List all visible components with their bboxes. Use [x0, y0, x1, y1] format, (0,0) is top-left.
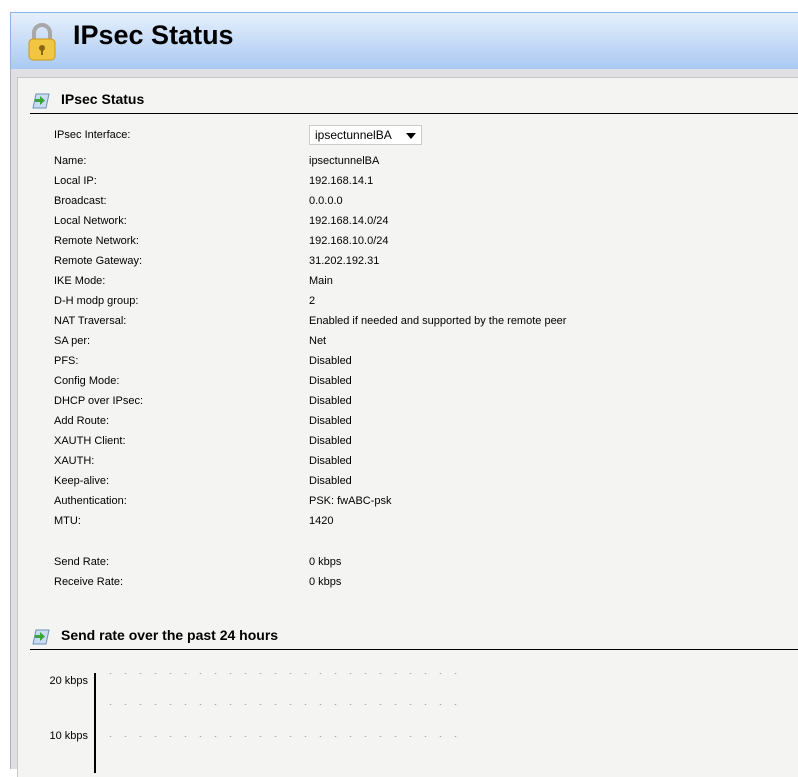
- page-header: IPsec Status: [10, 12, 798, 69]
- row-label: Keep-alive:: [54, 475, 110, 487]
- row-label: Authentication:: [54, 495, 127, 507]
- row-label: Send Rate:: [54, 556, 110, 568]
- section-title: IPsec Status: [61, 91, 145, 107]
- status-row: Remote Gateway: 31.202.192.31: [54, 255, 794, 271]
- row-value: Enabled if needed and supported by the r…: [309, 315, 567, 327]
- row-value: Disabled: [309, 435, 352, 447]
- row-label: Receive Rate:: [54, 576, 124, 588]
- status-row: Authentication: PSK: fwABC-psk: [54, 495, 794, 511]
- status-row: MTU: 1420: [54, 515, 794, 531]
- row-label: XAUTH Client:: [54, 435, 126, 447]
- grid-line: [103, 704, 468, 705]
- row-label: SA per:: [54, 335, 91, 347]
- row-label: PFS:: [54, 355, 79, 367]
- status-row: NAT Traversal: Enabled if needed and supp…: [54, 315, 794, 331]
- row-value: Net: [309, 335, 327, 347]
- status-row: Add Route: Disabled: [54, 415, 794, 431]
- section-arrow-icon: [32, 93, 50, 109]
- lock-icon: [28, 23, 56, 61]
- status-row: PFS: Disabled: [54, 355, 794, 371]
- interface-row: IPsec Interface:: [54, 129, 794, 145]
- status-row: Remote Network: 192.168.10.0/24: [54, 235, 794, 251]
- page-title: IPsec Status: [73, 20, 234, 50]
- y-axis: [94, 673, 96, 773]
- row-value: Disabled: [309, 415, 352, 427]
- row-label: Config Mode:: [54, 375, 120, 387]
- row-label: Remote Network:: [54, 235, 139, 247]
- row-value: Disabled: [309, 475, 352, 487]
- row-value: 192.168.14.0/24: [309, 215, 389, 227]
- row-label: NAT Traversal:: [54, 315, 127, 327]
- y-tick-label: 10 kbps: [49, 730, 88, 742]
- section-arrow-icon: [32, 629, 50, 645]
- status-row: XAUTH Client: Disabled: [54, 435, 794, 451]
- row-value: Disabled: [309, 395, 352, 407]
- interface-label: IPsec Interface:: [54, 129, 131, 141]
- y-tick-label: 20 kbps: [49, 675, 88, 687]
- status-row: XAUTH: Disabled: [54, 455, 794, 471]
- status-row: Config Mode: Disabled: [54, 375, 794, 391]
- status-row: SA per: Net: [54, 335, 794, 351]
- status-row: Broadcast: 0.0.0.0: [54, 195, 794, 211]
- status-row: Name: ipsectunnelBA: [54, 155, 794, 171]
- row-value: 192.168.14.1: [309, 175, 374, 187]
- row-label: IKE Mode:: [54, 275, 106, 287]
- status-row: Local IP: 192.168.14.1: [54, 175, 794, 191]
- row-label: Broadcast:: [54, 195, 107, 207]
- row-label: Name:: [54, 155, 87, 167]
- rate-row: Receive Rate: 0 kbps: [54, 576, 794, 592]
- row-label: Remote Gateway:: [54, 255, 143, 267]
- row-label: Local IP:: [54, 175, 97, 187]
- status-section-heading: IPsec Status: [30, 90, 798, 114]
- row-value: 2: [309, 295, 316, 307]
- row-value: ipsectunnelBA: [309, 155, 380, 167]
- row-value: Disabled: [309, 455, 352, 467]
- chevron-down-icon: [406, 133, 416, 139]
- status-row: D-H modp group: 2: [54, 295, 794, 311]
- row-label: Local Network:: [54, 215, 127, 227]
- row-value: 1420: [309, 515, 334, 527]
- row-value: 31.202.192.31: [309, 255, 380, 267]
- row-value: 0 kbps: [309, 556, 342, 568]
- row-value: Main: [309, 275, 333, 287]
- section-title: Send rate over the past 24 hours: [61, 627, 279, 643]
- status-row: IKE Mode: Main: [54, 275, 794, 291]
- row-value: 0.0.0.0: [309, 195, 343, 207]
- row-label: Add Route:: [54, 415, 110, 427]
- selected-interface: ipsectunnelBA: [315, 128, 392, 142]
- status-row: DHCP over IPsec: Disabled: [54, 395, 794, 411]
- row-value: 0 kbps: [309, 576, 342, 588]
- ipsec-interface-select[interactable]: ipsectunnelBA: [309, 125, 422, 145]
- rate-row: Send Rate: 0 kbps: [54, 556, 794, 572]
- grid-line: [103, 673, 468, 674]
- status-row: Keep-alive: Disabled: [54, 475, 794, 491]
- row-label: XAUTH:: [54, 455, 95, 467]
- status-row: Local Network: 192.168.14.0/24: [54, 215, 794, 231]
- row-label: DHCP over IPsec:: [54, 395, 144, 407]
- chart-section-heading: Send rate over the past 24 hours: [30, 626, 798, 650]
- row-value: PSK: fwABC-psk: [309, 495, 392, 507]
- row-value: 192.168.10.0/24: [309, 235, 389, 247]
- row-label: MTU:: [54, 515, 81, 527]
- row-value: Disabled: [309, 355, 352, 367]
- grid-line: [103, 736, 468, 737]
- row-value: Disabled: [309, 375, 352, 387]
- row-label: D-H modp group:: [54, 295, 139, 307]
